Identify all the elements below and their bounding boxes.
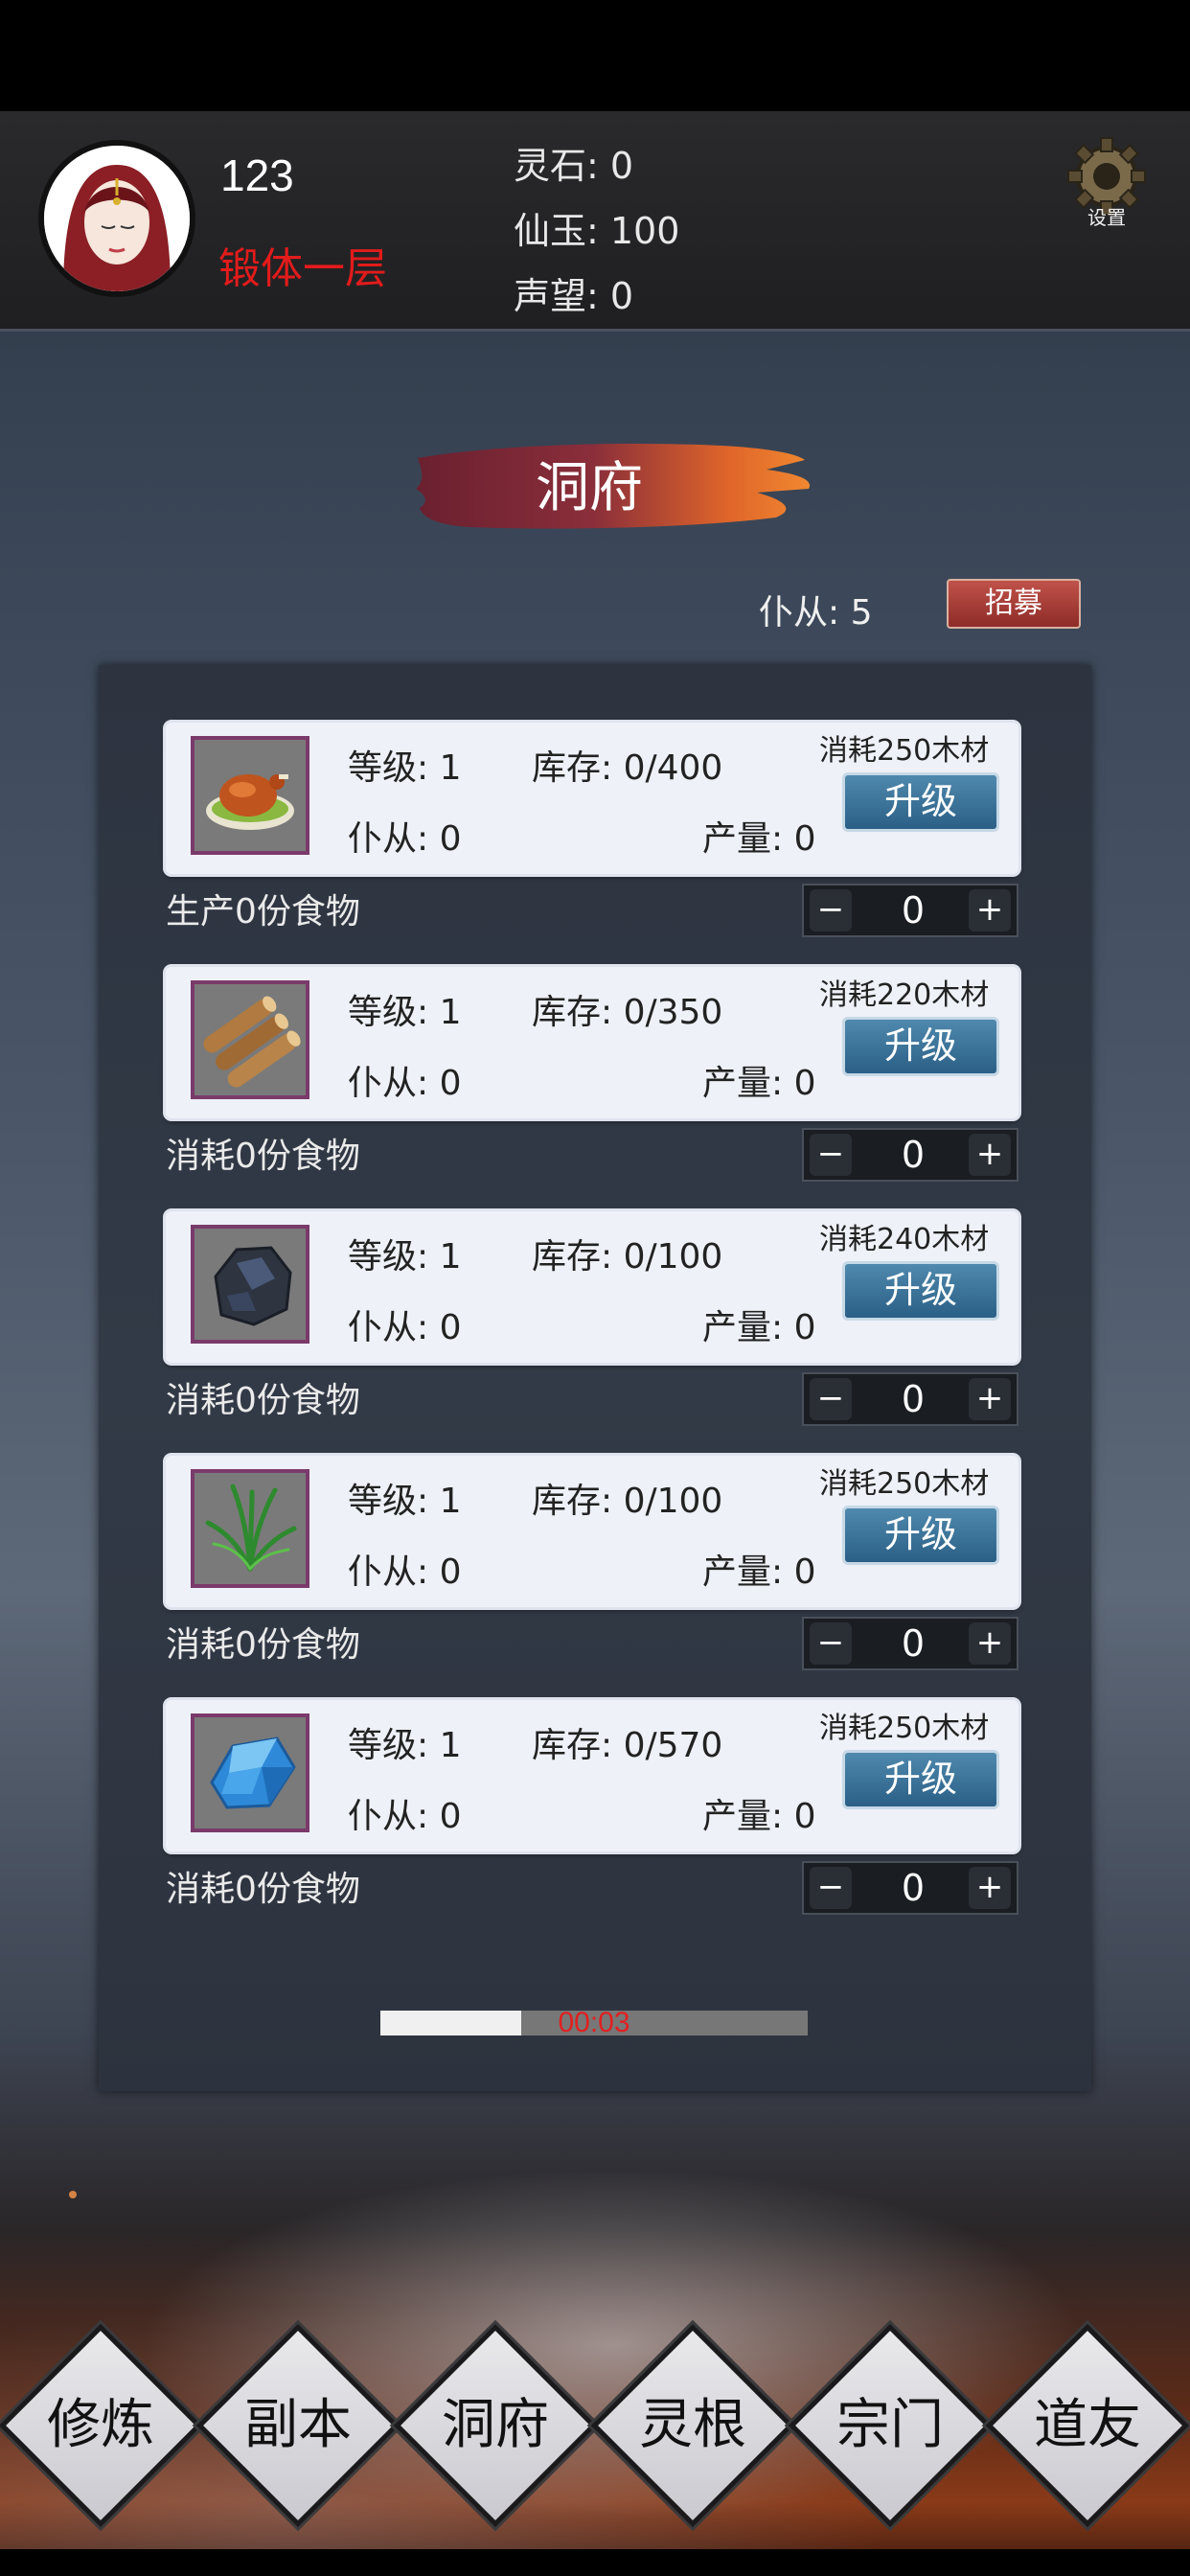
nav-label: 副本 bbox=[244, 2394, 352, 2456]
stepper-value: 0 bbox=[901, 1622, 926, 1665]
stepper-value: 0 bbox=[901, 1867, 926, 1909]
building-card: 等级: 1 库存: 0/100 仆从: 0 产量: 0 消耗250木材 升级 bbox=[166, 1456, 1018, 1607]
quantity-stepper: − 0 + bbox=[802, 1128, 1018, 1182]
building-servants: 仆从: 0 bbox=[348, 1308, 462, 1347]
increment-button[interactable]: + bbox=[969, 1622, 1011, 1665]
recruit-button[interactable]: 招募 bbox=[947, 579, 1081, 629]
increment-button[interactable]: + bbox=[969, 1378, 1011, 1420]
avatar[interactable] bbox=[38, 140, 195, 297]
consumption-label: 消耗0份食物 bbox=[166, 1625, 360, 1665]
building-card: 等级: 1 库存: 0/100 仆从: 0 产量: 0 消耗240木材 升级 bbox=[166, 1211, 1018, 1363]
page-title-banner: 洞府 bbox=[412, 431, 814, 546]
nav-cultivate[interactable]: 修炼 bbox=[0, 2323, 203, 2528]
nav-cave-dwelling[interactable]: 洞府 bbox=[393, 2323, 598, 2528]
player-name: 123 bbox=[220, 150, 294, 200]
building-output: 产量: 0 bbox=[702, 819, 816, 859]
bottom-navigation: 修炼 副本 洞府 灵根 宗门 道友 bbox=[0, 2323, 1190, 2528]
upgrade-button[interactable]: 升级 bbox=[842, 1506, 999, 1565]
upgrade-cost: 消耗250木材 bbox=[819, 1467, 990, 1501]
page-title: 洞府 bbox=[536, 457, 643, 519]
increment-button[interactable]: + bbox=[969, 1867, 1011, 1909]
building-stock: 库存: 0/100 bbox=[532, 1237, 723, 1276]
cave-dwelling-panel: 等级: 1 库存: 0/400 仆从: 0 产量: 0 消耗250木材 升级 生… bbox=[99, 665, 1091, 2091]
decrement-button[interactable]: − bbox=[810, 1134, 852, 1176]
decrement-button[interactable]: − bbox=[810, 1867, 852, 1909]
upgrade-cost: 消耗240木材 bbox=[819, 1223, 990, 1256]
progress-timer: 00:03 bbox=[558, 2007, 630, 2038]
increment-button[interactable]: + bbox=[969, 889, 1011, 932]
herb-grass-icon bbox=[191, 1469, 309, 1588]
building-card: 等级: 1 库存: 0/400 仆从: 0 产量: 0 消耗250木材 升级 bbox=[166, 723, 1018, 874]
building-output: 产量: 0 bbox=[702, 1308, 816, 1347]
immortal-jade-count: 仙玉: 100 bbox=[514, 210, 680, 252]
nav-dungeon[interactable]: 副本 bbox=[195, 2323, 400, 2528]
svg-text:设置: 设置 bbox=[1087, 206, 1126, 228]
cultivation-realm: 锻体一层 bbox=[218, 244, 387, 293]
ember-spark bbox=[69, 2191, 77, 2198]
decrement-button[interactable]: − bbox=[810, 889, 852, 932]
quantity-stepper: − 0 + bbox=[802, 1372, 1018, 1426]
upgrade-button[interactable]: 升级 bbox=[842, 1017, 999, 1076]
player-header: 123 锻体一层 灵石: 0 仙玉: 100 声望: 0 设置 bbox=[0, 111, 1190, 332]
decrement-button[interactable]: − bbox=[810, 1622, 852, 1665]
building-card: 等级: 1 库存: 0/350 仆从: 0 产量: 0 消耗220木材 升级 bbox=[166, 967, 1018, 1118]
consumption-label: 消耗0份食物 bbox=[166, 1381, 360, 1420]
roast-chicken-icon bbox=[191, 736, 309, 855]
building-servants: 仆从: 0 bbox=[348, 1552, 462, 1592]
building-card: 等级: 1 库存: 0/570 仆从: 0 产量: 0 消耗250木材 升级 bbox=[166, 1700, 1018, 1852]
wood-logs-icon bbox=[191, 980, 309, 1099]
building-stock: 库存: 0/100 bbox=[532, 1482, 723, 1521]
upgrade-button[interactable]: 升级 bbox=[842, 1261, 999, 1321]
building-servants: 仆从: 0 bbox=[348, 819, 462, 859]
stepper-value: 0 bbox=[901, 1134, 926, 1176]
nav-spirit-root[interactable]: 灵根 bbox=[590, 2323, 795, 2528]
consumption-label: 消耗0份食物 bbox=[166, 1137, 360, 1176]
nav-sect[interactable]: 宗门 bbox=[788, 2323, 993, 2528]
nav-label: 修炼 bbox=[47, 2394, 154, 2456]
quantity-stepper: − 0 + bbox=[802, 1617, 1018, 1670]
quantity-stepper: − 0 + bbox=[802, 1861, 1018, 1915]
building-servants: 仆从: 0 bbox=[348, 1064, 462, 1103]
building-level: 等级: 1 bbox=[348, 1482, 462, 1521]
upgrade-cost: 消耗220木材 bbox=[819, 978, 990, 1012]
nav-label: 道友 bbox=[1034, 2394, 1141, 2456]
spirit-stone-count: 灵石: 0 bbox=[514, 145, 634, 187]
reputation-count: 声望: 0 bbox=[514, 275, 634, 317]
nav-fellow-daoists[interactable]: 道友 bbox=[985, 2323, 1190, 2528]
upgrade-cost: 消耗250木材 bbox=[819, 1712, 990, 1745]
upgrade-button[interactable]: 升级 bbox=[842, 1750, 999, 1809]
decrement-button[interactable]: − bbox=[810, 1378, 852, 1420]
nav-label: 洞府 bbox=[442, 2394, 549, 2456]
building-output: 产量: 0 bbox=[702, 1064, 816, 1103]
stepper-value: 0 bbox=[901, 889, 926, 932]
building-output: 产量: 0 bbox=[702, 1797, 816, 1836]
upgrade-button[interactable]: 升级 bbox=[842, 772, 999, 832]
building-level: 等级: 1 bbox=[348, 1237, 462, 1276]
building-stock: 库存: 0/570 bbox=[532, 1726, 723, 1765]
nav-label: 宗门 bbox=[836, 2394, 944, 2456]
building-level: 等级: 1 bbox=[348, 1726, 462, 1765]
upgrade-cost: 消耗250木材 bbox=[819, 734, 990, 768]
blue-crystal-icon bbox=[191, 1714, 309, 1832]
status-bar bbox=[0, 0, 1190, 111]
production-label: 生产0份食物 bbox=[166, 892, 360, 932]
servant-count: 仆从: 5 bbox=[759, 593, 873, 632]
building-servants: 仆从: 0 bbox=[348, 1797, 462, 1836]
settings-button[interactable]: 设置 bbox=[1065, 136, 1148, 229]
building-level: 等级: 1 bbox=[348, 748, 462, 788]
nav-label: 灵根 bbox=[639, 2394, 746, 2456]
consumption-label: 消耗0份食物 bbox=[166, 1870, 360, 1909]
system-navigation-bar bbox=[0, 2549, 1190, 2576]
building-output: 产量: 0 bbox=[702, 1552, 816, 1592]
ore-stone-icon bbox=[191, 1225, 309, 1344]
building-level: 等级: 1 bbox=[348, 993, 462, 1032]
stepper-value: 0 bbox=[901, 1378, 926, 1420]
quantity-stepper: − 0 + bbox=[802, 884, 1018, 937]
building-stock: 库存: 0/400 bbox=[532, 748, 723, 788]
increment-button[interactable]: + bbox=[969, 1134, 1011, 1176]
building-stock: 库存: 0/350 bbox=[532, 993, 723, 1032]
gear-icon: 设置 bbox=[1067, 137, 1146, 229]
production-progress-bar: 00:03 bbox=[380, 2007, 808, 2038]
